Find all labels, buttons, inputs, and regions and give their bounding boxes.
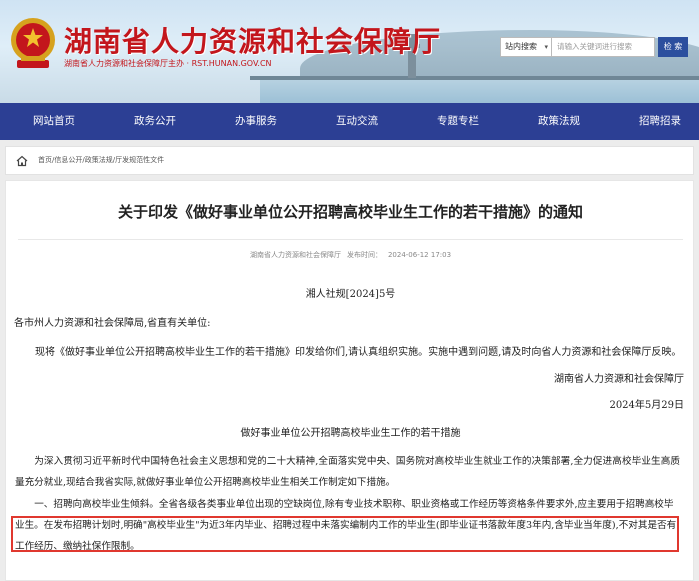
article: 关于印发《做好事业单位公开招聘高校毕业生工作的若干措施》的通知 湖南省人力资源和… — [5, 180, 694, 581]
intro-paragraph: 为深入贯彻习近平新时代中国特色社会主义思想和党的二十大精神,全面落实党中央、国务… — [15, 456, 680, 488]
breadcrumb: 首页/信息公开/政策法规/厅发规范性文件 — [5, 146, 694, 175]
search-bar: 站内搜索 ▾ 请输入关键词进行搜索 检 索 — [500, 37, 690, 57]
nav-item-special-topics[interactable]: 专题专栏 — [437, 103, 479, 140]
search-button[interactable]: 检 索 — [658, 37, 688, 57]
nav-item-interaction[interactable]: 互动交流 — [336, 103, 378, 140]
banner-bridge — [250, 76, 699, 80]
article-meta: 湖南省人力资源和社会保障厅 发布时间： 2024-06-12 17:03 — [6, 250, 695, 260]
publish-label: 发布时间： — [346, 251, 382, 259]
chevron-down-icon: ▾ — [544, 43, 548, 51]
title-divider — [18, 239, 683, 240]
article-title: 关于印发《做好事业单位公开招聘高校毕业生工作的若干措施》的通知 — [117, 203, 583, 221]
article-source: 湖南省人力资源和社会保障厅 — [249, 251, 341, 259]
highlight-annotation — [11, 516, 679, 552]
site-subtitle: 湖南省人力资源和社会保障厅主办 · RST.HUNAN.GOV.CN — [64, 59, 272, 68]
measures-subtitle: 做好事业单位公开招聘高校毕业生工作的若干措施 — [240, 428, 461, 439]
banner-river — [260, 78, 699, 103]
nav-item-home[interactable]: 网站首页 — [33, 103, 75, 140]
search-input[interactable]: 请输入关键词进行搜索 — [552, 37, 655, 57]
breadcrumb-text[interactable]: 首页/信息公开/政策法规/厅发规范性文件 — [38, 155, 164, 165]
national-emblem-icon — [11, 18, 55, 68]
signing-date: 2024年5月29日 — [609, 400, 684, 411]
home-icon[interactable] — [16, 155, 28, 167]
search-scope-label: 站内搜索 — [505, 42, 537, 51]
nav-item-government-affairs[interactable]: 政务公开 — [134, 103, 176, 140]
search-scope-select[interactable]: 站内搜索 ▾ — [500, 37, 552, 57]
site-title[interactable]: 湖南省人力资源和社会保障厅 — [64, 20, 441, 60]
publish-time: 2024-06-12 17:03 — [387, 251, 452, 259]
notice-body: 现将《做好事业单位公开招聘高校毕业生工作的若干措施》印发给你们,请认真组织实施。… — [35, 347, 682, 358]
main-nav: 网站首页 政务公开 办事服务 互动交流 专题专栏 政策法规 招聘招录 — [0, 103, 699, 140]
salutation: 各市州人力资源和社会保障局,省直有关单位: — [14, 318, 211, 329]
signer: 湖南省人力资源和社会保障厅 — [554, 374, 684, 385]
site-header: 湖南省人力资源和社会保障厅 湖南省人力资源和社会保障厅主办 · RST.HUNA… — [0, 0, 699, 103]
nav-item-recruitment[interactable]: 招聘招录 — [639, 103, 681, 140]
nav-item-policies[interactable]: 政策法规 — [538, 103, 580, 140]
document-number: 湘人社规[2024]5号 — [305, 289, 396, 300]
nav-item-services[interactable]: 办事服务 — [235, 103, 277, 140]
